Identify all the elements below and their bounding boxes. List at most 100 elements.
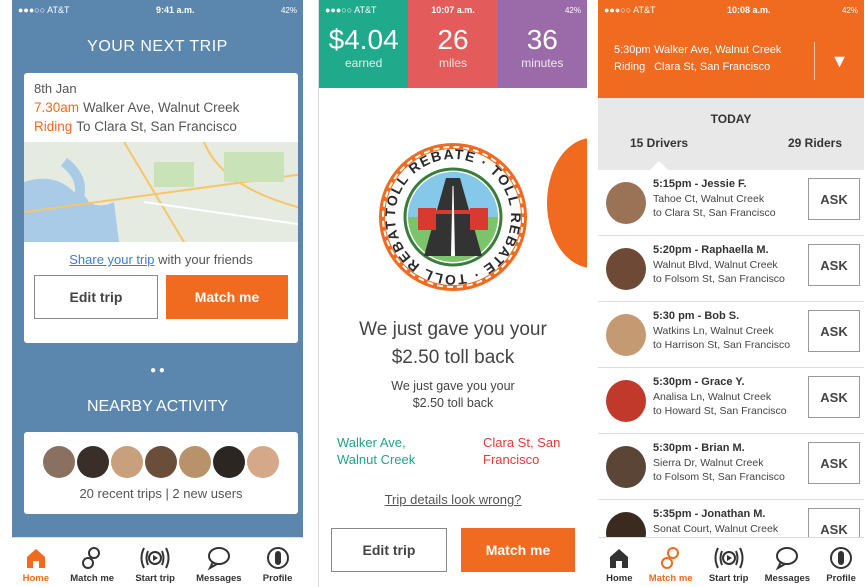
tab-profile[interactable]: Profile: [826, 543, 856, 584]
page-dots: ● ●: [150, 365, 165, 376]
status-bar: ●●●○○ AT&T 9:41 a.m. 42%: [12, 0, 303, 20]
driver-from: Sonat Court, Walnut Creek: [653, 523, 779, 535]
avatar[interactable]: [111, 446, 143, 478]
share-trip-link[interactable]: Share your trip: [69, 252, 154, 267]
battery: 42%: [564, 5, 581, 15]
status-battery-row: 42%: [498, 0, 587, 20]
edit-trip-button[interactable]: Edit trip: [331, 528, 447, 572]
driver-name: 5:30pm - Brian M.: [653, 442, 745, 454]
ask-button[interactable]: ASK: [808, 244, 860, 286]
avatar: [606, 380, 646, 422]
ask-button[interactable]: ASK: [808, 178, 860, 220]
screen-home: ●●●○○ AT&T 9:41 a.m. 42% YOUR NEXT TRIP …: [12, 0, 303, 587]
stat-value: $4.04: [328, 24, 399, 55]
ask-button[interactable]: ASK: [808, 376, 860, 418]
driver-to: to Harrison St, San Francisco: [653, 339, 791, 351]
tab-match[interactable]: Match me: [70, 543, 114, 584]
share-text: with your friends: [154, 252, 253, 267]
page-title: YOUR NEXT TRIP: [87, 38, 228, 55]
stat-value: 26: [437, 24, 469, 55]
avatar[interactable]: [247, 446, 279, 478]
match-me-button[interactable]: Match me: [166, 275, 288, 319]
driver-to: to Folsom St, San Francisco: [653, 471, 785, 483]
driver-row[interactable]: 5:30 pm - Bob S. Watkins Ln, Walnut Creek…: [598, 302, 864, 368]
tab-label: Profile: [826, 573, 856, 584]
avatar[interactable]: [77, 446, 109, 478]
avatar[interactable]: [213, 446, 245, 478]
next-card-peek[interactable]: [547, 138, 587, 268]
trip-from: Walker Ave, Walnut Creek: [83, 100, 240, 115]
tab-messages[interactable]: Messages: [765, 543, 810, 584]
trip-time: 7.30am: [34, 100, 80, 115]
header-time: 5:30pm: [614, 44, 651, 56]
header-to: Clara St, San Francisco: [654, 61, 771, 73]
status-time: 9:41 a.m.: [155, 5, 195, 15]
trip-actions: Edit trip Match me: [34, 275, 288, 319]
toll-rebate-icon: TOLL REBATE · TOLL REBATE · TOLL REBATE …: [369, 125, 527, 291]
nearby-title: NEARBY ACTIVITY: [86, 398, 229, 415]
rebate-message-text: We just gave you your $2.50 toll back: [359, 319, 547, 368]
trip-stats: ●●●○○ AT&T $4.04 earned 10:07 a.m. 26 mi…: [319, 0, 587, 88]
tab-label: Profile: [262, 573, 293, 584]
driver-from: Walnut Blvd, Walnut Creek: [653, 259, 778, 271]
ask-button[interactable]: ASK: [808, 310, 860, 352]
tab-drivers[interactable]: 15 Drivers: [630, 136, 688, 150]
tab-label: Messages: [764, 573, 811, 584]
stat-label: minutes: [521, 56, 564, 70]
avatar: [606, 182, 646, 224]
driver-name: 5:20pm - Raphaella M.: [653, 244, 769, 256]
tab-start[interactable]: Start trip: [135, 543, 175, 584]
battery: 42%: [280, 5, 297, 15]
avatar[interactable]: [145, 446, 177, 478]
status-time: 10:08 a.m.: [726, 5, 771, 15]
tab-label: Match me: [648, 573, 693, 584]
ask-button[interactable]: ASK: [808, 442, 860, 484]
messages-icon: [774, 543, 800, 573]
home-icon: [607, 543, 631, 573]
profile-icon: [828, 543, 854, 573]
avatar: [606, 446, 646, 488]
avatar[interactable]: [179, 446, 211, 478]
summary-actions: Edit trip Match me: [331, 528, 575, 572]
status-time-row: 10:07 a.m.: [408, 0, 497, 20]
tab-messages[interactable]: Messages: [196, 543, 242, 584]
messages-icon: [206, 543, 232, 573]
tab-home[interactable]: Home: [23, 543, 49, 584]
tab-start[interactable]: Start trip: [709, 543, 748, 584]
start-trip-icon: [138, 543, 172, 573]
match-icon: [79, 543, 105, 573]
carrier: ●●●○○ AT&T: [325, 5, 377, 15]
header-mode: Riding: [614, 61, 646, 73]
tab-label: Home: [606, 573, 633, 584]
match-me-button[interactable]: Match me: [461, 528, 575, 572]
nearby-activity-card[interactable]: 20 recent trips | 2 new users: [24, 432, 298, 514]
report-wrong-link[interactable]: Trip details look wrong?: [319, 492, 587, 507]
avatar[interactable]: [43, 446, 75, 478]
tab-profile[interactable]: Profile: [262, 543, 293, 584]
trip-mode: Riding: [34, 119, 73, 134]
driver-row[interactable]: 5:20pm - Raphaella M. Walnut Blvd, Walnut…: [598, 236, 864, 302]
trip-map[interactable]: [24, 142, 298, 242]
today-label: TODAY: [710, 112, 752, 126]
driver-row[interactable]: 5:30pm - Grace Y. Analisa Ln, Walnut Cree…: [598, 368, 864, 434]
driver-row[interactable]: 5:15pm - Jessie F. Tahoe Ct, Walnut Creek…: [598, 170, 864, 236]
driver-name: 5:30pm - Grace Y.: [653, 376, 745, 388]
tab-riders[interactable]: 29 Riders: [788, 136, 842, 150]
home-icon: [24, 543, 48, 573]
screen-trip-summary: ●●●○○ AT&T $4.04 earned 10:07 a.m. 26 mi…: [318, 0, 587, 587]
driver-row[interactable]: 5:30pm - Brian M. Sierra Dr, Walnut Creek…: [598, 434, 864, 500]
tab-home[interactable]: Home: [606, 543, 633, 584]
active-tab-indicator: [650, 161, 668, 170]
chevron-down-icon[interactable]: ▼: [814, 42, 864, 80]
status-bar: ●●●○○ AT&T 10:08 a.m. 42%: [598, 0, 864, 20]
stat-minutes: 42% 36 minutes: [497, 0, 587, 88]
header-trip: 5:30pm Walker Ave, Walnut Creek Riding C…: [614, 42, 781, 76]
tab-match[interactable]: Match me: [649, 543, 693, 584]
driver-to: to Folsom St, San Francisco: [653, 273, 785, 285]
stat-miles: 10:07 a.m. 26 miles: [408, 0, 498, 88]
edit-trip-button[interactable]: Edit trip: [34, 275, 158, 319]
next-trip-card: 8th Jan 7.30am Walker Ave, Walnut Creek R…: [24, 73, 298, 343]
stat-label: miles: [438, 56, 467, 70]
carrier: ●●●○○ AT&T: [18, 5, 70, 15]
tab-label: Messages: [196, 573, 242, 584]
